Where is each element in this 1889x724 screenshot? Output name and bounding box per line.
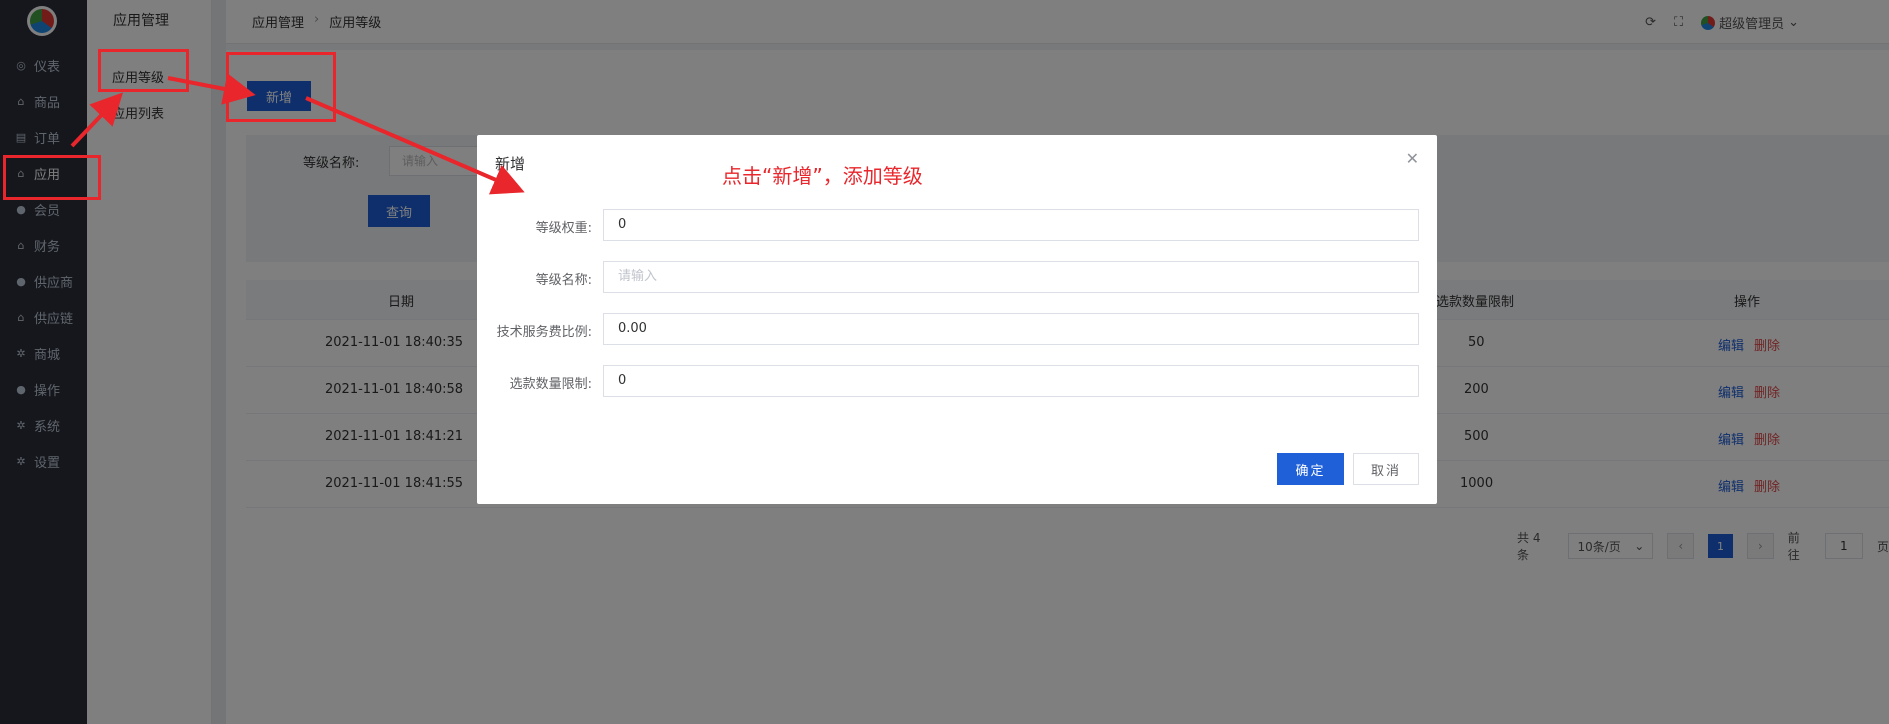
add-level-dialog: 新增 ✕ 等级权重: 0 等级名称: 请输入 技术服务费比例: 0.00 选款数… bbox=[477, 135, 1437, 504]
weight-input[interactable]: 0 bbox=[603, 209, 1419, 241]
field-label-name: 等级名称: bbox=[535, 273, 592, 288]
field-label-service-fee: 技术服务费比例: bbox=[496, 325, 592, 340]
confirm-button[interactable]: 确定 bbox=[1277, 453, 1344, 485]
annotation-box-nav bbox=[3, 155, 101, 200]
annotation-box-add bbox=[226, 52, 336, 122]
cancel-button[interactable]: 取消 bbox=[1353, 453, 1419, 485]
selection-limit-input[interactable]: 0 bbox=[603, 365, 1419, 397]
dialog-title: 新增 bbox=[495, 155, 526, 173]
level-name-input[interactable]: 请输入 bbox=[603, 261, 1419, 293]
service-fee-ratio-input[interactable]: 0.00 bbox=[603, 313, 1419, 345]
field-label-limit: 选款数量限制: bbox=[509, 377, 592, 392]
annotation-box-subnav bbox=[98, 49, 189, 92]
field-label-weight: 等级权重: bbox=[535, 221, 592, 236]
annotation-text: 点击“新增”，添加等级 bbox=[722, 164, 923, 188]
close-icon[interactable]: ✕ bbox=[1406, 149, 1419, 168]
